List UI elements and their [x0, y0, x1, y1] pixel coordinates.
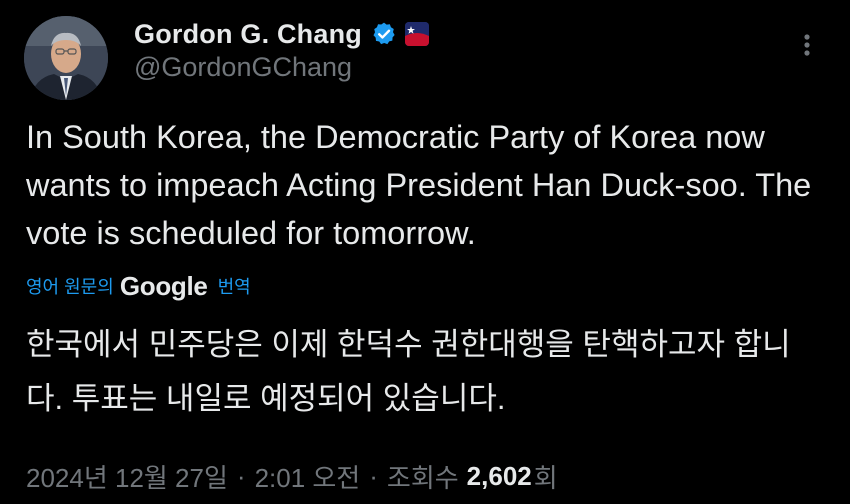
- author-handle[interactable]: @GordonGChang: [134, 52, 352, 83]
- affiliate-badge-icon[interactable]: [404, 22, 429, 46]
- views-label: 조회수: [386, 463, 459, 493]
- tweet-date[interactable]: 2024년 12월 27일: [26, 458, 228, 495]
- meta-separator: ·: [369, 461, 378, 491]
- verified-badge-icon[interactable]: [371, 21, 397, 47]
- author-display-name[interactable]: Gordon G. Chang: [134, 19, 362, 50]
- translation-prefix[interactable]: 영어 원문의: [26, 273, 114, 299]
- tweet-meta: 2024년 12월 27일 · 2:01 오전 · 조회수 2,602 회: [26, 458, 558, 495]
- tweet-text: In South Korea, the Democratic Party of …: [26, 119, 812, 251]
- views-count[interactable]: 2,602: [467, 461, 532, 492]
- author-avatar[interactable]: [24, 16, 108, 100]
- translated-text: 한국에서 민주당은 이제 한덕수 권한대행을 탄핵하고자 합니다. 투표는 내일…: [26, 327, 791, 416]
- views-suffix: 회: [533, 463, 558, 493]
- translation-suffix[interactable]: 번역: [218, 273, 251, 299]
- author-name-row: Gordon G. Chang: [134, 14, 429, 54]
- tweet-time[interactable]: 2:01 오전: [255, 458, 361, 495]
- avatar-photo: [24, 16, 108, 100]
- google-logo: Google: [119, 270, 208, 301]
- translation-attribution[interactable]: 영어 원문의 Google 번역: [26, 268, 251, 304]
- more-options-icon[interactable]: [792, 30, 822, 60]
- meta-separator: ·: [236, 461, 246, 491]
